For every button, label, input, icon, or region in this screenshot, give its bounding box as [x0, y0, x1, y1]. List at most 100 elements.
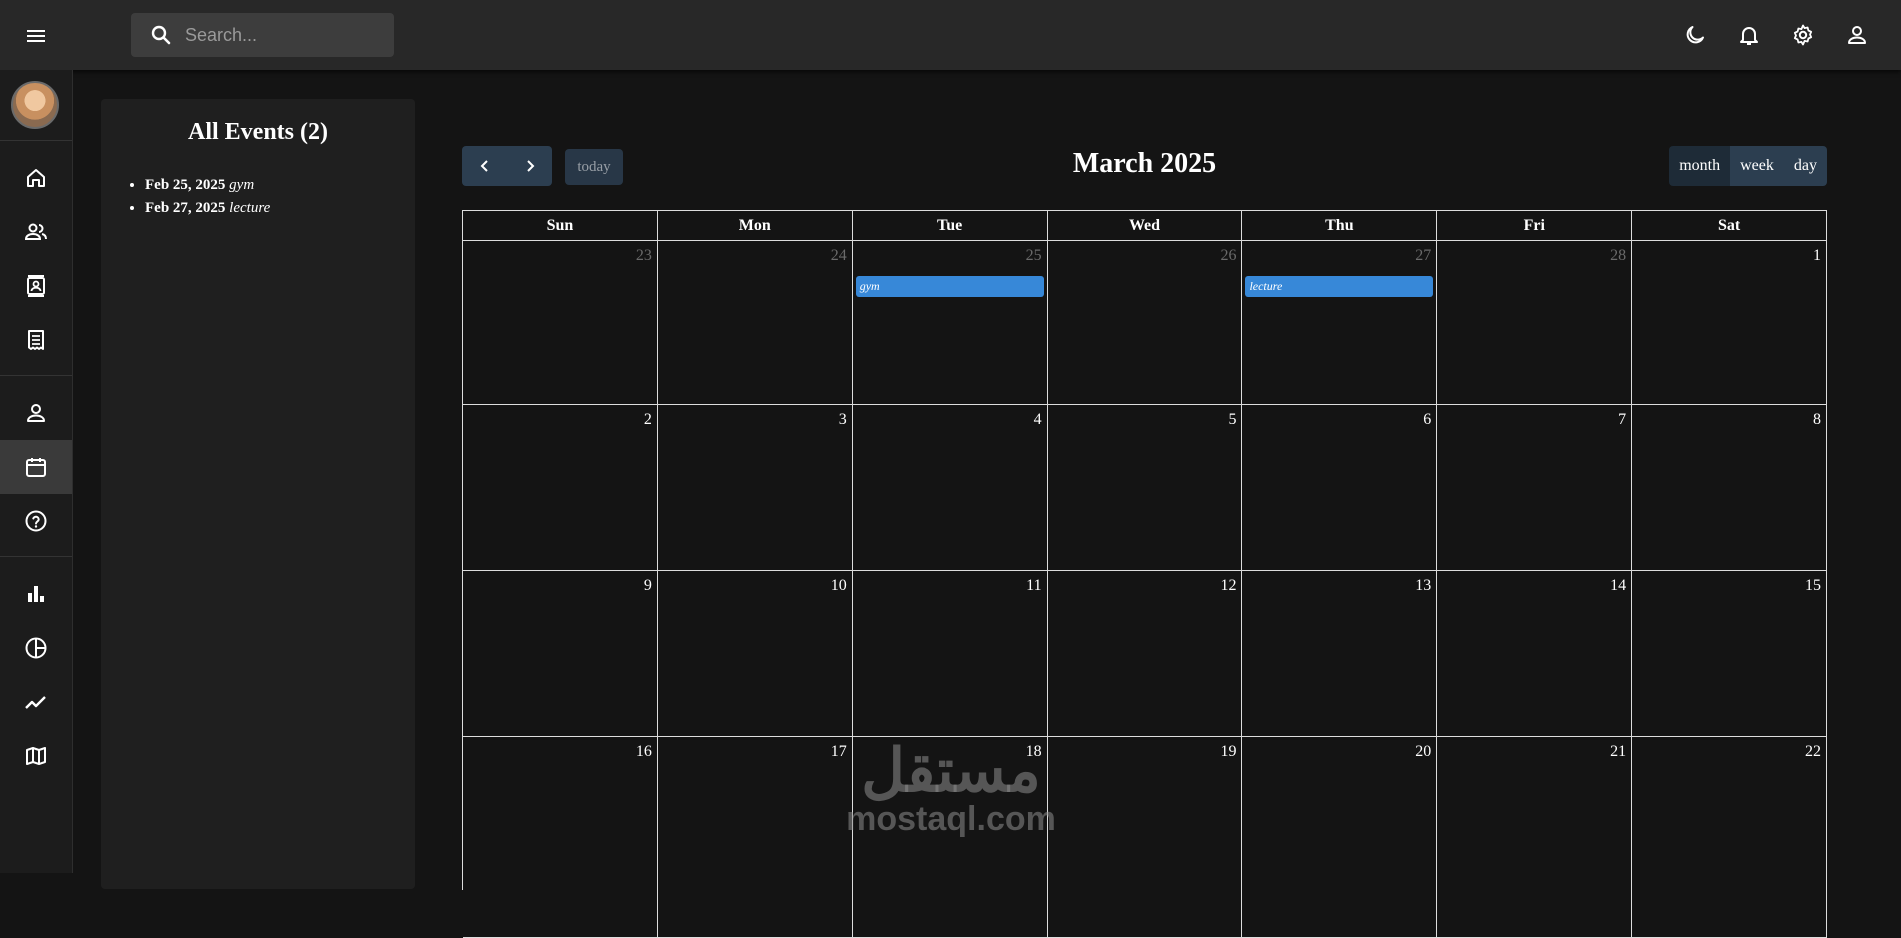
day-number: 15 — [1805, 577, 1822, 594]
weekday-header: Sun Mon Tue Wed Thu Fri Sat — [463, 211, 1828, 241]
day-cell[interactable]: 16 — [463, 737, 658, 937]
today-button[interactable]: today — [565, 149, 623, 185]
map-icon[interactable] — [0, 729, 72, 783]
person-icon[interactable] — [1843, 20, 1871, 50]
moon-icon[interactable] — [1681, 20, 1709, 50]
day-cell[interactable]: 28 — [1437, 241, 1633, 404]
bar-chart-icon[interactable] — [0, 567, 72, 621]
event-title: lecture — [229, 200, 271, 216]
gear-icon[interactable] — [1789, 20, 1817, 50]
day-number: 6 — [1423, 411, 1432, 428]
week-row: 2 3 4 5 6 7 8 — [463, 405, 1828, 571]
help-icon[interactable] — [0, 494, 72, 548]
day-number: 2 — [643, 411, 652, 428]
view-switcher: month week day — [1669, 146, 1827, 186]
day-cell[interactable]: 8 — [1632, 405, 1828, 570]
day-number: 22 — [1805, 743, 1822, 760]
day-cell[interactable]: 7 — [1437, 405, 1633, 570]
day-number: 27 — [1415, 247, 1432, 264]
day-cell[interactable]: 11 — [853, 571, 1048, 736]
day-number: 3 — [838, 411, 847, 428]
day-cell[interactable]: 12 — [1048, 571, 1243, 736]
day-cell[interactable]: 13 — [1242, 571, 1438, 736]
calendar-icon[interactable] — [0, 440, 72, 494]
week-row: 23 24 25 gym 26 27 lecture 28 1 — [463, 241, 1828, 405]
search-input[interactable] — [183, 23, 387, 47]
day-number: 25 — [1025, 247, 1042, 264]
bell-icon[interactable] — [1735, 20, 1763, 50]
day-number: 8 — [1813, 411, 1822, 428]
day-number: 26 — [1220, 247, 1237, 264]
event-date: Feb 25, 2025 — [145, 177, 226, 193]
events-list: Feb 25, 2025 gym Feb 27, 2025 lecture — [145, 174, 270, 220]
sidebar-divider — [0, 556, 72, 557]
day-cell[interactable]: 22 — [1632, 737, 1828, 937]
day-cell[interactable]: 14 — [1437, 571, 1633, 736]
list-item[interactable]: Feb 25, 2025 gym — [145, 174, 270, 197]
day-cell[interactable]: 1 — [1632, 241, 1828, 404]
sidebar-divider — [0, 140, 72, 141]
day-cell[interactable]: 23 — [463, 241, 658, 404]
weekday-label: Tue — [853, 211, 1048, 240]
week-rows: 23 24 25 gym 26 27 lecture 28 1 2 3 4 5 6 7 8 9 10 11 12 13 1… — [463, 241, 1828, 938]
day-number: 14 — [1610, 577, 1627, 594]
day-number: 28 — [1610, 247, 1627, 264]
list-item[interactable]: Feb 27, 2025 lecture — [145, 197, 270, 220]
view-day-button[interactable]: day — [1783, 146, 1827, 186]
calendar-event[interactable]: lecture — [1245, 276, 1434, 297]
event-date: Feb 27, 2025 — [145, 200, 226, 216]
day-cell[interactable]: 4 — [853, 405, 1048, 570]
next-button[interactable] — [507, 146, 552, 186]
watermark-logo: مستقل mostaql.com — [836, 740, 1066, 837]
day-cell[interactable]: 26 — [1048, 241, 1243, 404]
person-icon[interactable] — [0, 386, 72, 440]
calendar-event[interactable]: gym — [855, 276, 1044, 297]
weekday-label: Fri — [1437, 211, 1633, 240]
day-number: 21 — [1610, 743, 1627, 760]
prev-button[interactable] — [462, 146, 507, 186]
day-cell[interactable]: 20 — [1242, 737, 1438, 937]
chevron-right-icon — [526, 160, 534, 172]
receipt-icon[interactable] — [0, 313, 72, 367]
day-number: 20 — [1415, 743, 1432, 760]
home-icon[interactable] — [0, 151, 72, 205]
day-cell[interactable]: 2 — [463, 405, 658, 570]
day-cell[interactable]: 3 — [658, 405, 853, 570]
contacts-icon[interactable] — [0, 259, 72, 313]
day-cell[interactable]: 9 — [463, 571, 658, 736]
day-cell[interactable]: 24 — [658, 241, 853, 404]
week-row: 9 10 11 12 13 14 15 — [463, 571, 1828, 737]
day-number: 10 — [830, 577, 847, 594]
day-cell[interactable]: 19 — [1048, 737, 1243, 937]
line-chart-icon[interactable] — [0, 675, 72, 729]
month-grid: Sun Mon Tue Wed Thu Fri Sat 23 24 25 gym 26 2… — [462, 210, 1828, 938]
weekday-label: Thu — [1242, 211, 1438, 240]
weekday-label: Sun — [463, 211, 658, 240]
day-cell[interactable]: 25 gym — [853, 241, 1048, 404]
hamburger-icon[interactable] — [20, 20, 52, 52]
day-number: 16 — [635, 743, 652, 760]
search-box — [131, 13, 394, 57]
day-cell[interactable]: 15 — [1632, 571, 1828, 736]
top-app-bar — [0, 0, 1901, 70]
day-cell[interactable]: 27 lecture — [1242, 241, 1438, 404]
weekday-label: Sat — [1632, 211, 1828, 240]
top-right-actions — [1681, 20, 1871, 50]
day-cell[interactable]: 5 — [1048, 405, 1243, 570]
calendar-toolbar: today March 2025 month week day — [462, 146, 1827, 186]
day-number: 12 — [1220, 577, 1237, 594]
day-cell[interactable]: 6 — [1242, 405, 1438, 570]
day-cell[interactable]: 10 — [658, 571, 853, 736]
people-icon[interactable] — [0, 205, 72, 259]
weekday-label: Mon — [658, 211, 853, 240]
day-number: 5 — [1228, 411, 1237, 428]
avatar[interactable] — [11, 81, 59, 129]
day-cell[interactable]: 17 — [658, 737, 853, 937]
day-number: 11 — [1026, 577, 1042, 594]
all-events-panel: All Events (2) Feb 25, 2025 gym Feb 27, … — [101, 99, 415, 889]
pie-chart-icon[interactable] — [0, 621, 72, 675]
sidebar — [0, 70, 73, 873]
view-week-button[interactable]: week — [1730, 146, 1784, 186]
view-month-button[interactable]: month — [1669, 146, 1731, 186]
day-cell[interactable]: 21 — [1437, 737, 1633, 937]
